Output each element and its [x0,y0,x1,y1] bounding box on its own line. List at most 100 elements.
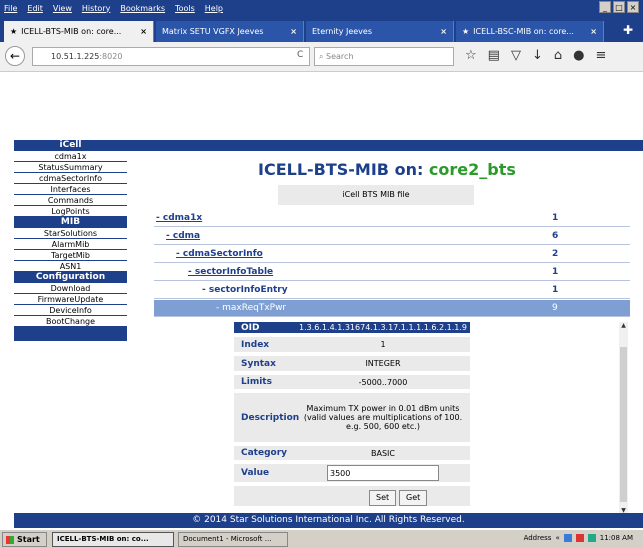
menu-edit[interactable]: Edit [27,4,43,13]
menu-bookmarks[interactable]: Bookmarks [120,4,165,13]
oid-value: 1.3.6.1.4.1.31674.1.3.17.1.1.1.1.6.2.1.1… [299,323,467,332]
sidebar-item-star-solutions[interactable]: StarSolutions [14,228,127,239]
update-icon[interactable] [587,534,596,542]
scroll-thumb[interactable] [620,347,627,502]
tree-row-sector-info-entry: - sectorInfoEntry 1 [154,282,630,299]
tree-count: 1 [552,267,559,277]
new-tab-icon[interactable]: ✚ [623,23,633,37]
sidebar-item-status-summary[interactable]: StatusSummary [14,162,127,173]
star-icon: ★ [462,27,470,36]
limits-label: Limits [241,377,272,387]
menu-file[interactable]: File [4,4,17,13]
pocket-icon[interactable]: ▽ [511,48,521,63]
sidebar-footer-fill [14,327,127,341]
sidebar-item-target-mib[interactable]: TargetMib [14,250,127,261]
tree-label-sector-info-entry: - sectorInfoEntry [202,285,288,295]
sidebar: iCell cdma1x StatusSummary cdmaSectorInf… [14,140,127,341]
toolbar-icons: ☆ ▤ ▽ ↓ ⌂ ● ≡ [465,48,606,63]
sidebar-item-cdma1x[interactable]: cdma1x [14,151,127,162]
menu-help[interactable]: Help [205,4,223,13]
sidebar-item-logpoints[interactable]: LogPoints [14,206,127,217]
close-window-icon[interactable]: × [627,1,639,13]
scroll-up-icon[interactable]: ▲ [619,322,628,329]
home-icon[interactable]: ⌂ [554,48,562,63]
start-button[interactable]: Start [2,532,47,547]
tree-count: 2 [552,249,559,259]
detail-scrollbar[interactable]: ▲ ▼ [619,322,628,514]
tab-strip: ★ ICELL-BTS-MIB on: core... × Matrix SET… [0,16,643,42]
close-tab-icon[interactable]: × [440,27,447,36]
windows-taskbar: Start ICELL-BTS-MIB on: co... Document1 … [0,529,643,548]
expand-tray-icon[interactable]: « [555,534,559,542]
tree-row-max-req-tx-pwr[interactable]: - maxReqTxPwr 9 [154,300,630,317]
set-button[interactable]: Set [369,490,397,506]
search-icon: ⌕ [319,52,324,61]
close-tab-icon[interactable]: × [590,27,597,36]
detail-row-description: Description Maximum TX power in 0.01 dBm… [234,393,470,444]
sidebar-item-download[interactable]: Download [14,283,127,294]
reload-icon[interactable]: C [297,50,303,60]
detail-row-oid: OID 1.3.6.1.4.1.31674.1.3.17.1.1.1.1.6.2… [234,322,470,335]
tab-label: ICELL-BSC-MIB on: core... [473,27,574,36]
value-input[interactable] [327,465,439,481]
get-button[interactable]: Get [399,490,428,506]
tab-icell-bsc-mib[interactable]: ★ ICELL-BSC-MIB on: core... × [456,21,604,42]
back-arrow-icon[interactable]: ← [5,46,25,66]
network-icon[interactable] [563,534,572,542]
detail-row-actions [234,486,470,508]
sidebar-item-firmware-update[interactable]: FirmwareUpdate [14,294,127,305]
tree-row-cdma-sector-info: - cdmaSectorInfo 2 [154,246,630,263]
tree-count: 1 [552,213,559,223]
window-controls: _ □ × [599,1,639,13]
tree-link-cdma1x[interactable]: - cdma1x [156,210,202,227]
address-label: Address [523,534,552,542]
taskbar-item-browser[interactable]: ICELL-BTS-MIB on: co... [52,532,174,547]
browser-menubar: File Edit View History Bookmarks Tools H… [0,0,643,16]
tab-icell-bts-mib[interactable]: ★ ICELL-BTS-MIB on: core... × [4,21,154,42]
url-host: 10.51.1.225 [51,52,100,61]
tree-label-max-req-tx-pwr: - maxReqTxPwr [216,303,287,313]
tree-row-cdma: - cdma 6 [154,228,630,245]
sidebar-item-interfaces[interactable]: Interfaces [14,184,127,195]
description-label: Description [241,412,300,423]
sidebar-item-commands[interactable]: Commands [14,195,127,206]
close-tab-icon[interactable]: × [290,27,297,36]
security-icon[interactable] [575,534,584,542]
sidebar-item-alarm-mib[interactable]: AlarmMib [14,239,127,250]
menu-history[interactable]: History [82,4,110,13]
navigation-bar: ← 10.51.1.225:8020 C ⌕ Search ☆ ▤ ▽ ↓ ⌂ … [0,42,643,72]
menu-hamburger-icon[interactable]: ≡ [595,48,606,63]
index-label: Index [241,339,270,350]
detail-row-limits: Limits -5000..7000 [234,375,470,391]
tab-eternity-jeeves[interactable]: Eternity Jeeves × [306,21,454,42]
chat-icon[interactable]: ● [573,48,584,63]
sidebar-item-device-info[interactable]: DeviceInfo [14,305,127,316]
search-input[interactable]: ⌕ Search [314,47,454,66]
minimize-icon[interactable]: _ [599,1,611,13]
menu-tools[interactable]: Tools [175,4,195,13]
page-title: ICELL-BTS-MIB on: core2_bts [258,160,516,179]
reading-list-icon[interactable]: ▤ [488,48,500,63]
syntax-value: INTEGER [365,359,401,368]
tree-link-sector-info-table[interactable]: - sectorInfoTable [188,264,273,281]
sidebar-item-boot-change[interactable]: BootChange [14,316,127,327]
windows-logo-icon [6,536,14,544]
limits-value: -5000..7000 [358,377,408,387]
index-value: 1 [380,340,386,349]
sidebar-item-asn1[interactable]: ASN1 [14,261,127,272]
title-prefix: ICELL-BTS-MIB on: [258,160,429,179]
tree-count: 9 [552,303,558,313]
url-field[interactable]: 10.51.1.225:8020 [32,47,310,66]
syntax-label: Syntax [241,358,276,369]
bookmark-star-icon[interactable]: ☆ [465,48,477,63]
tab-matrix-setu[interactable]: Matrix SETU VGFX Jeeves × [156,21,304,42]
download-icon[interactable]: ↓ [532,48,543,63]
sidebar-item-cdma-sector-info[interactable]: cdmaSectorInfo [14,173,127,184]
menu-view[interactable]: View [53,4,72,13]
close-tab-icon[interactable]: × [140,27,147,36]
tree-link-cdma-sector-info[interactable]: - cdmaSectorInfo [176,246,263,263]
maximize-icon[interactable]: □ [613,1,625,13]
tree-link-cdma[interactable]: - cdma [166,228,200,245]
taskbar-item-word[interactable]: Document1 - Microsoft ... [178,532,288,547]
tab-label: Eternity Jeeves [312,27,372,36]
